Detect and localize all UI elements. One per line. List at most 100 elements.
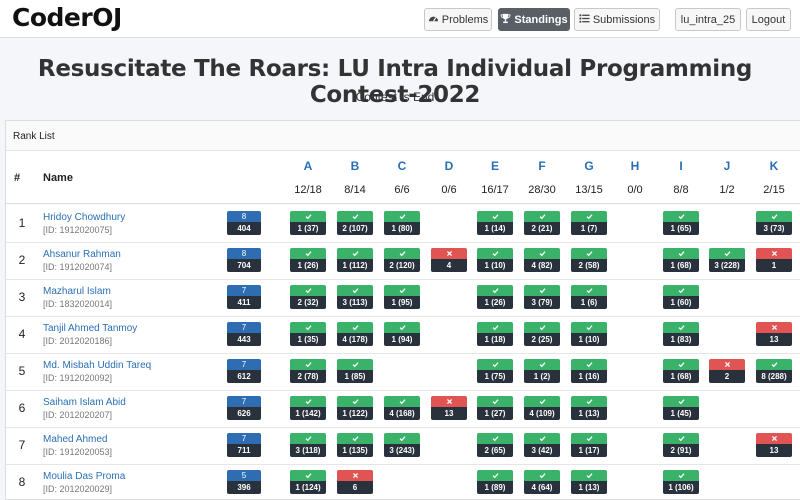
rejected-cell[interactable]: 13 bbox=[431, 396, 467, 420]
accepted-cell[interactable]: 3 (228) bbox=[709, 248, 745, 272]
problem-stat: 13/15 bbox=[575, 184, 603, 196]
accepted-cell[interactable]: 2 (32) bbox=[290, 285, 326, 309]
accepted-cell[interactable]: 1 (26) bbox=[290, 248, 326, 272]
accepted-cell[interactable]: 1 (75) bbox=[477, 359, 513, 383]
participant-name-link[interactable]: Hridoy Chowdhury bbox=[43, 212, 125, 223]
accepted-cell[interactable]: 3 (113) bbox=[337, 285, 373, 309]
accepted-cell[interactable]: 1 (37) bbox=[290, 211, 326, 235]
problem-header-d[interactable]: D bbox=[424, 159, 474, 173]
accepted-cell[interactable]: 2 (78) bbox=[290, 359, 326, 383]
accepted-cell[interactable]: 4 (64) bbox=[524, 470, 560, 494]
problem-header-f[interactable]: F bbox=[517, 159, 567, 173]
accepted-cell[interactable]: 3 (118) bbox=[290, 433, 326, 457]
participant-name-link[interactable]: Mazharul Islam bbox=[43, 286, 111, 297]
accepted-cell[interactable]: 1 (122) bbox=[337, 396, 373, 420]
accepted-cell[interactable]: 1 (14) bbox=[477, 211, 513, 235]
accepted-cell[interactable]: 1 (10) bbox=[571, 322, 607, 346]
rejected-cell[interactable]: 1 bbox=[756, 248, 792, 272]
check-icon bbox=[337, 285, 373, 296]
accepted-cell[interactable]: 1 (80) bbox=[384, 211, 420, 235]
problem-header-j[interactable]: J bbox=[702, 159, 752, 173]
accepted-cell[interactable]: 2 (65) bbox=[477, 433, 513, 457]
accepted-cell[interactable]: 1 (94) bbox=[384, 322, 420, 346]
problem-header-g[interactable]: G bbox=[564, 159, 614, 173]
problem-header-c[interactable]: C bbox=[377, 159, 427, 173]
problem-header-h[interactable]: H bbox=[610, 159, 660, 173]
accepted-cell[interactable]: 1 (10) bbox=[477, 248, 513, 272]
participant-name-link[interactable]: Moulia Das Proma bbox=[43, 471, 125, 482]
accepted-cell[interactable]: 2 (91) bbox=[663, 433, 699, 457]
accepted-cell[interactable]: 4 (178) bbox=[337, 322, 373, 346]
problem-header-b[interactable]: B bbox=[330, 159, 380, 173]
accepted-cell[interactable]: 2 (25) bbox=[524, 322, 560, 346]
attempts-time: 1 (37) bbox=[290, 222, 326, 235]
accepted-cell[interactable]: 3 (42) bbox=[524, 433, 560, 457]
accepted-cell[interactable]: 1 (68) bbox=[663, 248, 699, 272]
solved-count: 8 bbox=[227, 248, 261, 259]
accepted-cell[interactable]: 1 (60) bbox=[663, 285, 699, 309]
problem-header-e[interactable]: E bbox=[470, 159, 520, 173]
accepted-cell[interactable]: 1 (26) bbox=[477, 285, 513, 309]
logout-button[interactable]: Logout bbox=[746, 8, 791, 31]
accepted-cell[interactable]: 4 (109) bbox=[524, 396, 560, 420]
accepted-cell[interactable]: 2 (21) bbox=[524, 211, 560, 235]
standings-button[interactable]: Standings bbox=[498, 8, 570, 31]
check-icon bbox=[290, 248, 326, 259]
accepted-cell[interactable]: 1 (17) bbox=[571, 433, 607, 457]
attempts-time: 1 (85) bbox=[337, 370, 373, 383]
problem-header-k[interactable]: K bbox=[749, 159, 799, 173]
accepted-cell[interactable]: 1 (85) bbox=[337, 359, 373, 383]
accepted-cell[interactable]: 2 (107) bbox=[337, 211, 373, 235]
accepted-cell[interactable]: 1 (142) bbox=[290, 396, 326, 420]
accepted-cell[interactable]: 1 (7) bbox=[571, 211, 607, 235]
accepted-cell[interactable]: 1 (13) bbox=[571, 470, 607, 494]
accepted-cell[interactable]: 1 (95) bbox=[384, 285, 420, 309]
accepted-cell[interactable]: 1 (135) bbox=[337, 433, 373, 457]
attempts-time: 4 (82) bbox=[524, 259, 560, 272]
rank-number: 3 bbox=[18, 290, 26, 304]
participant-name-link[interactable]: Saiham Islam Abid bbox=[43, 397, 126, 408]
accepted-cell[interactable]: 1 (124) bbox=[290, 470, 326, 494]
problem-header-i[interactable]: I bbox=[656, 159, 706, 173]
participant-name-link[interactable]: Tanjil Ahmed Tanmoy bbox=[43, 323, 137, 334]
problem-header-a[interactable]: A bbox=[283, 159, 333, 173]
attempts-time: 4 (109) bbox=[524, 407, 560, 420]
rejected-cell[interactable]: 6 bbox=[337, 470, 373, 494]
accepted-cell[interactable]: 3 (73) bbox=[756, 211, 792, 235]
attempts-time: 1 (68) bbox=[663, 370, 699, 383]
accepted-cell[interactable]: 2 (58) bbox=[571, 248, 607, 272]
accepted-cell[interactable]: 2 (120) bbox=[384, 248, 420, 272]
rejected-cell[interactable]: 4 bbox=[431, 248, 467, 272]
accepted-cell[interactable]: 1 (68) bbox=[663, 359, 699, 383]
accepted-cell[interactable]: 1 (13) bbox=[571, 396, 607, 420]
accepted-cell[interactable]: 1 (112) bbox=[337, 248, 373, 272]
rejected-cell[interactable]: 13 bbox=[756, 322, 792, 346]
accepted-cell[interactable]: 1 (2) bbox=[524, 359, 560, 383]
accepted-cell[interactable]: 4 (82) bbox=[524, 248, 560, 272]
accepted-cell[interactable]: 1 (35) bbox=[290, 322, 326, 346]
accepted-cell[interactable]: 1 (18) bbox=[477, 322, 513, 346]
accepted-cell[interactable]: 1 (6) bbox=[571, 285, 607, 309]
accepted-cell[interactable]: 3 (243) bbox=[384, 433, 420, 457]
accepted-cell[interactable]: 1 (27) bbox=[477, 396, 513, 420]
accepted-cell[interactable]: 1 (89) bbox=[477, 470, 513, 494]
cross-icon bbox=[756, 248, 792, 259]
rejected-cell[interactable]: 2 bbox=[709, 359, 745, 383]
attempts-time: 1 (26) bbox=[477, 296, 513, 309]
accepted-cell[interactable]: 1 (65) bbox=[663, 211, 699, 235]
accepted-cell[interactable]: 1 (83) bbox=[663, 322, 699, 346]
accepted-cell[interactable]: 8 (288) bbox=[756, 359, 792, 383]
accepted-cell[interactable]: 1 (16) bbox=[571, 359, 607, 383]
participant-name-link[interactable]: Ahsanur Rahman bbox=[43, 249, 121, 260]
accepted-cell[interactable]: 1 (45) bbox=[663, 396, 699, 420]
accepted-cell[interactable]: 1 (106) bbox=[663, 470, 699, 494]
participant-name-link[interactable]: Md. Misbah Uddin Tareq bbox=[43, 360, 151, 371]
user-button[interactable]: lu_intra_25 bbox=[675, 8, 741, 31]
accepted-cell[interactable]: 3 (79) bbox=[524, 285, 560, 309]
submissions-button[interactable]: Submissions bbox=[574, 8, 660, 31]
brand-logo[interactable]: CoderOJ bbox=[12, 3, 122, 32]
problems-button[interactable]: Problems bbox=[424, 8, 492, 31]
participant-name-link[interactable]: Mahed Ahmed bbox=[43, 434, 108, 445]
accepted-cell[interactable]: 4 (168) bbox=[384, 396, 420, 420]
rejected-cell[interactable]: 13 bbox=[756, 433, 792, 457]
